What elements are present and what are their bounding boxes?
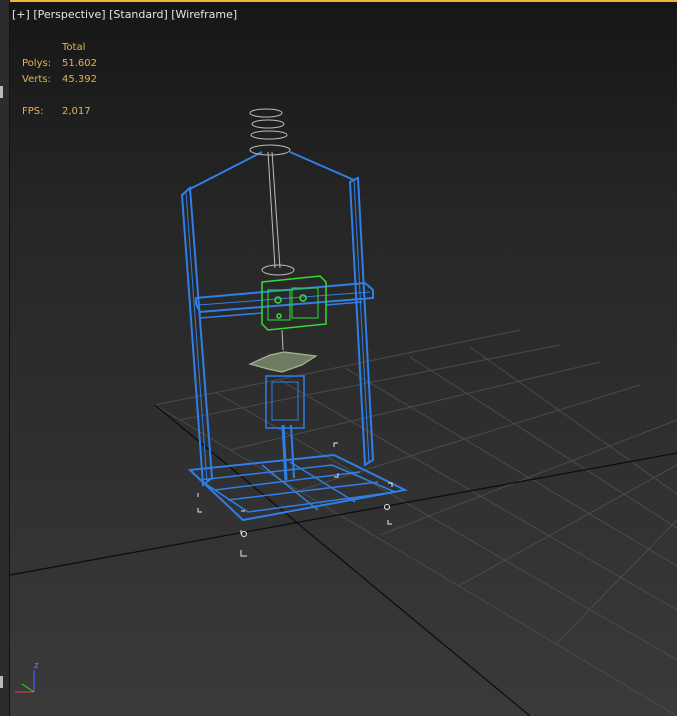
verts-value: 45.392 <box>62 74 97 85</box>
frame-right-post-edge <box>353 179 370 464</box>
top-cap <box>249 108 283 118</box>
viewport-plus-menu[interactable]: [+] <box>12 8 30 21</box>
top-disc <box>250 130 288 140</box>
stats-total-header: Total <box>62 42 86 53</box>
frame-right-brace <box>289 151 355 181</box>
lower-rod <box>281 329 284 351</box>
frame-model[interactable] <box>180 151 409 522</box>
lift-rod <box>271 151 281 269</box>
viewport-display-menu[interactable]: [Wireframe] <box>171 8 237 21</box>
fps-label: FPS: <box>22 106 44 117</box>
frame-left-brace <box>185 151 263 192</box>
axis-z-label: z <box>34 661 39 671</box>
polys-label: Polys: <box>22 58 52 69</box>
perspective-viewport[interactable]: z [+] [Perspective] [Standard] [Wirefram… <box>0 0 677 716</box>
frame-crossbeam-rail <box>199 312 263 319</box>
top-disc <box>251 119 285 129</box>
frame-left-post-edge <box>185 191 208 483</box>
rod-collar <box>261 264 295 276</box>
viewport-shading-menu[interactable]: [Standard] <box>109 8 168 21</box>
frame-crossbeam <box>195 281 374 314</box>
viewport-statistics: Total Polys: 51.602 Verts: 45.392 FPS: 2,01… <box>22 40 97 120</box>
viewport-pov-menu[interactable]: [Perspective] <box>33 8 105 21</box>
axis-gizmo: z <box>15 661 39 693</box>
ground-grid <box>9 329 677 716</box>
frame-base <box>187 453 409 522</box>
lift-rod <box>267 151 276 269</box>
viewport-menu-labels: [+] [Perspective] [Standard] [Wireframe] <box>12 8 237 21</box>
top-disc <box>249 144 291 156</box>
carriage-plate[interactable] <box>248 351 318 373</box>
verts-label: Verts: <box>22 74 51 85</box>
fps-value: 2,017 <box>62 106 91 117</box>
polys-value: 51.602 <box>62 58 97 69</box>
viewport-scene[interactable]: z <box>0 0 677 716</box>
